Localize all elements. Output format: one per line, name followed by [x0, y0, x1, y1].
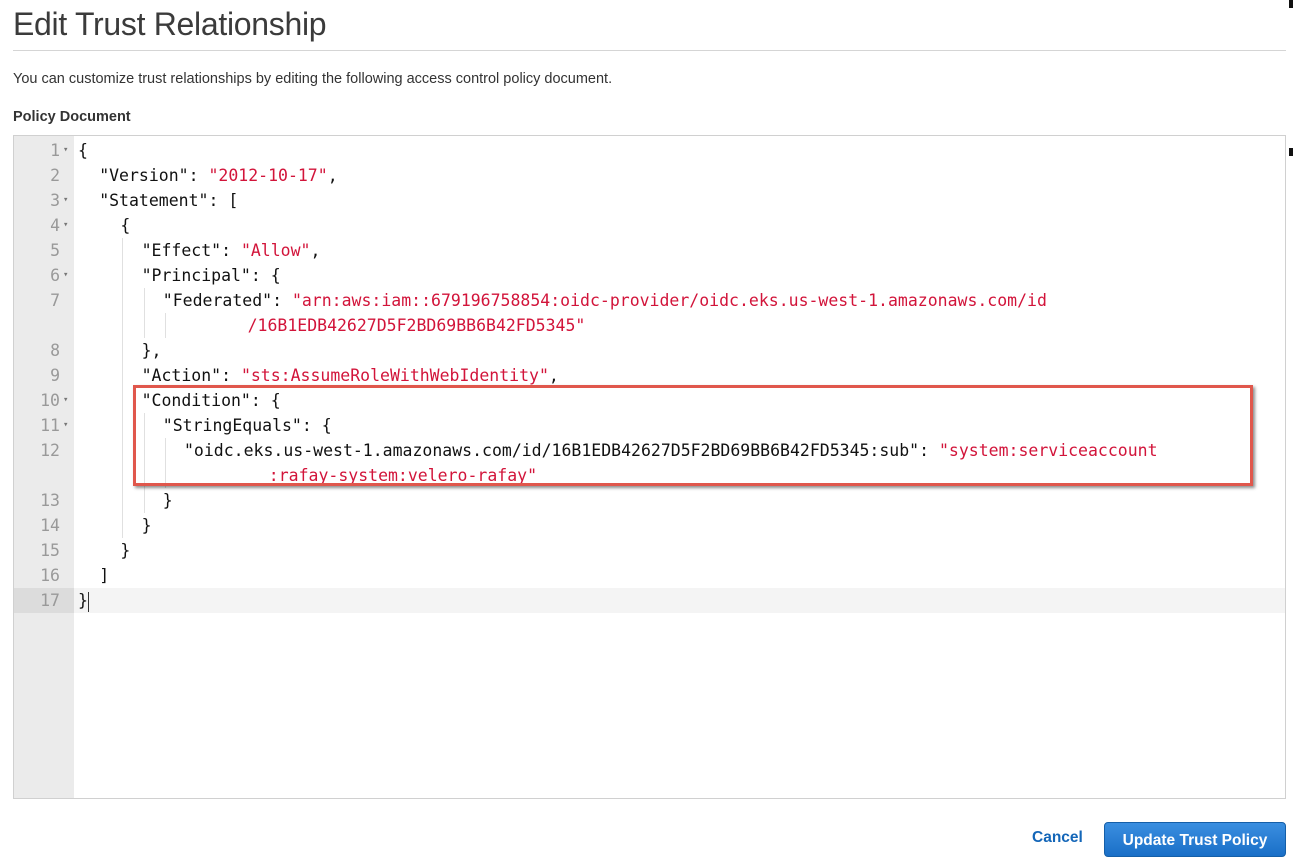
line-number: 15 — [40, 541, 60, 560]
indent-guide — [122, 238, 124, 263]
code-text: "Effect": "Allow", — [142, 238, 321, 263]
fold-arrow-icon[interactable]: ▾ — [63, 388, 68, 413]
edge-mark — [1289, 0, 1293, 8]
line-number: 9 — [50, 366, 60, 385]
code-token: } — [120, 541, 131, 560]
line-number: 13 — [40, 491, 60, 510]
code-line[interactable]: 17} — [14, 588, 1285, 613]
fold-arrow-icon[interactable]: ▾ — [63, 188, 68, 213]
line-number: 7 — [50, 291, 60, 310]
code-token: "Federated": — [162, 291, 292, 310]
line-number: 17 — [14, 588, 74, 613]
line-number — [14, 313, 74, 338]
indent-guide — [122, 313, 124, 338]
line-number: 5 — [50, 241, 60, 260]
code-text: { — [78, 138, 88, 163]
edge-mark — [1289, 148, 1293, 156]
line-number: 12 — [40, 441, 60, 460]
code-line[interactable]: 7 "Federated": "arn:aws:iam::679196758854… — [14, 288, 1285, 313]
cancel-button[interactable]: Cancel — [1032, 829, 1083, 847]
string-token: "sts:AssumeRoleWithWebIdentity" — [240, 366, 549, 385]
string-token: "arn:aws:iam::679196758854:oidc-provider… — [291, 291, 1047, 310]
code-text: }, — [142, 338, 162, 363]
indent-guide — [122, 413, 124, 438]
line-number: 8 — [50, 341, 60, 360]
code-token: , — [548, 366, 559, 385]
page-description: You can customize trust relationships by… — [13, 71, 613, 87]
code-line[interactable]: 4 ▾{ — [14, 213, 1285, 238]
indent-guide — [122, 513, 124, 538]
code-text: "Statement": [ — [99, 188, 238, 213]
indent-guide — [122, 488, 124, 513]
line-number — [14, 463, 74, 488]
string-token: "2012-10-17" — [208, 166, 328, 185]
fold-arrow-icon[interactable]: ▾ — [63, 213, 68, 238]
code-text: "Principal": { — [142, 263, 281, 288]
indent-guide — [143, 313, 145, 338]
code-token: , — [310, 241, 321, 260]
code-token: "Principal": { — [141, 266, 281, 285]
code-token: { — [120, 216, 131, 235]
update-trust-policy-button[interactable]: Update Trust Policy — [1104, 822, 1286, 857]
code-token: } — [141, 516, 152, 535]
line-number: 2 — [50, 166, 60, 185]
fold-arrow-icon[interactable]: ▾ — [63, 413, 68, 438]
policy-document-label: Policy Document — [13, 109, 131, 125]
code-text: } — [163, 488, 173, 513]
code-text: } — [120, 538, 130, 563]
code-token: }, — [141, 341, 162, 360]
page-title: Edit Trust Relationship — [13, 6, 327, 42]
text-cursor — [87, 591, 89, 612]
code-text: "Version": "2012-10-17", — [99, 163, 337, 188]
fold-arrow-icon[interactable]: ▾ — [63, 138, 68, 163]
code-token: "Action": — [141, 366, 241, 385]
code-text: { — [120, 213, 130, 238]
title-divider — [13, 50, 1286, 51]
indent-guide — [122, 288, 124, 313]
code-line[interactable]: 2 "Version": "2012-10-17", — [14, 163, 1285, 188]
code-text: ] — [99, 563, 109, 588]
code-line[interactable]: 1 ▾{ — [14, 138, 1285, 163]
code-text: "Federated": "arn:aws:iam::679196758854:… — [163, 288, 1047, 313]
code-text: } — [78, 588, 89, 613]
code-line[interactable]: 6 ▾ "Principal": { — [14, 263, 1285, 288]
code-text: } — [142, 513, 152, 538]
code-token: } — [78, 591, 88, 610]
string-token: "Allow" — [240, 241, 311, 260]
fold-arrow-icon[interactable]: ▾ — [63, 263, 68, 288]
code-token: { — [78, 141, 88, 160]
code-line[interactable]: 3 ▾ "Statement": [ — [14, 188, 1285, 213]
indent-guide — [122, 438, 124, 463]
code-token: "Statement": [ — [99, 191, 239, 210]
code-line[interactable]: 14} — [14, 513, 1285, 538]
indent-guide — [122, 263, 124, 288]
code-line[interactable]: 16] — [14, 563, 1285, 588]
line-number: 16 — [40, 566, 60, 585]
code-line[interactable]: 13} — [14, 488, 1285, 513]
code-line[interactable]: 5 "Effect": "Allow", — [14, 238, 1285, 263]
indent-guide — [143, 288, 145, 313]
code-line[interactable]: 15} — [14, 538, 1285, 563]
line-number: 14 — [40, 516, 60, 535]
indent-guide — [122, 463, 124, 488]
code-line[interactable]: /16B1EDB42627D5F2BD69BB6B42FD5345" — [14, 313, 1285, 338]
code-text: /16B1EDB42627D5F2BD69BB6B42FD5345" — [248, 313, 586, 338]
indent-guide — [143, 488, 145, 513]
indent-guide — [122, 388, 124, 413]
code-line[interactable]: 8}, — [14, 338, 1285, 363]
condition-highlight-box — [133, 385, 1253, 486]
code-lines[interactable]: 1 ▾{2 "Version": "2012-10-17", 3 ▾ "Statement… — [14, 138, 1285, 613]
code-token: "Effect": — [141, 241, 241, 260]
indent-guide — [122, 338, 124, 363]
indent-guide — [122, 363, 124, 388]
code-token: , — [327, 166, 338, 185]
string-token: /16B1EDB42627D5F2BD69BB6B42FD5345" — [247, 316, 586, 335]
indent-guide — [164, 313, 166, 338]
code-token: } — [162, 491, 173, 510]
code-token: "Version": — [99, 166, 209, 185]
code-token: ] — [99, 566, 110, 585]
